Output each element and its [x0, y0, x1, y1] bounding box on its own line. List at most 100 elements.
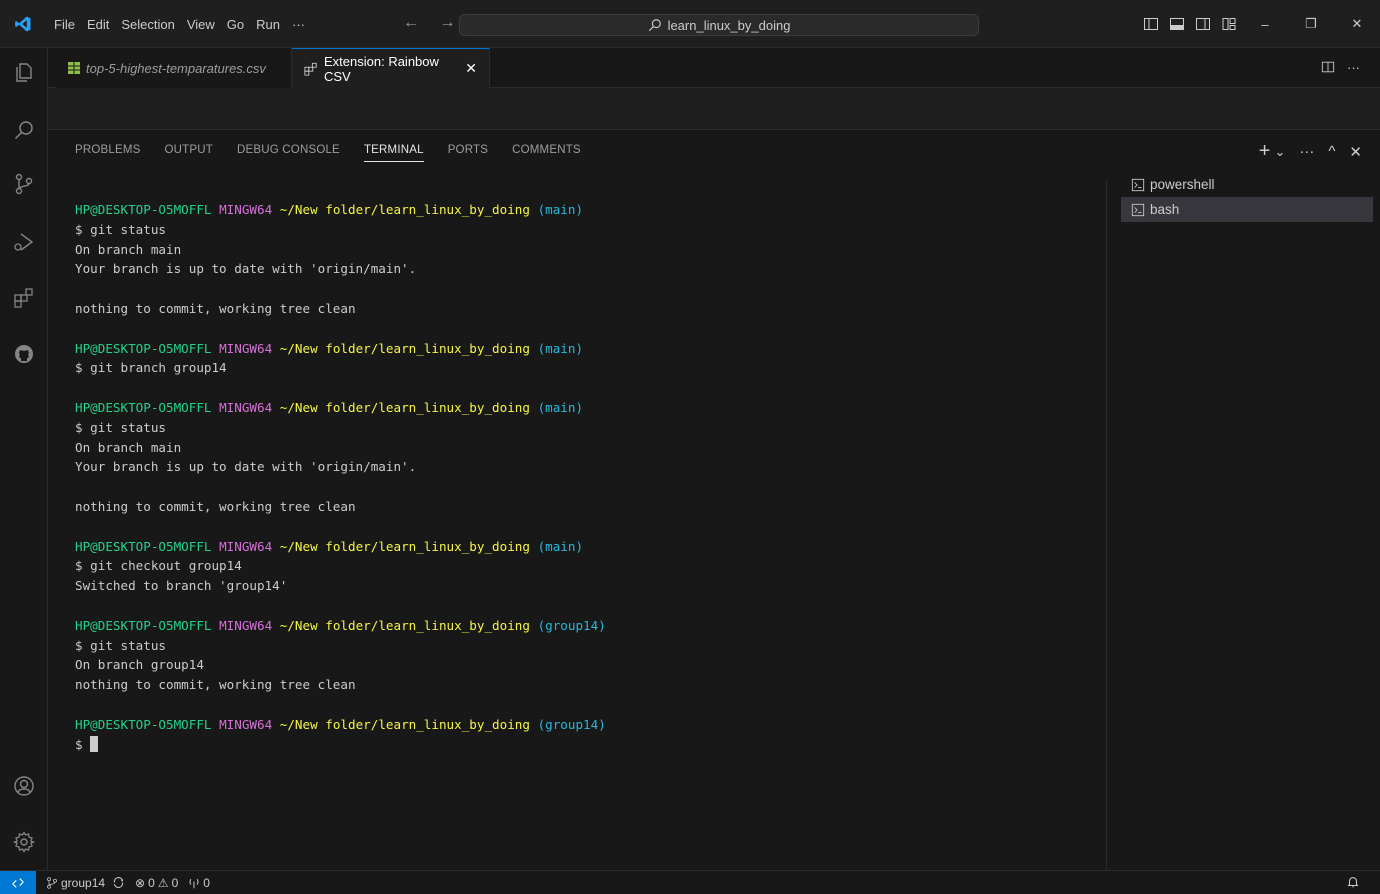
- command-center-search[interactable]: learn_linux_by_doing: [459, 14, 979, 36]
- activity-bar: [0, 48, 48, 870]
- terminal-output-line: On branch group14: [75, 657, 204, 673]
- menu-selection[interactable]: Selection: [115, 17, 180, 32]
- manage-gear-icon[interactable]: [12, 830, 36, 854]
- panel-actions: + ⌄ ··· ^ ✕: [1259, 140, 1362, 163]
- minimize-button[interactable]: –: [1242, 0, 1288, 48]
- extensions-icon[interactable]: [12, 286, 36, 310]
- terminal-prompt-line: HP@DESKTOP-O5MOFFL MINGW64 ~/New folder/…: [75, 537, 1105, 557]
- prompt-path: ~/New folder/learn_linux_by_doing: [279, 399, 530, 415]
- prompt-host: MINGW64: [219, 340, 273, 356]
- remote-icon: [12, 877, 24, 888]
- terminal-icon: [1131, 203, 1145, 216]
- prompt-host: MINGW64: [219, 538, 273, 554]
- sync-icon[interactable]: [112, 876, 125, 889]
- maximize-panel-icon[interactable]: ^: [1328, 143, 1335, 160]
- terminal-session-bash[interactable]: bash: [1121, 197, 1373, 222]
- prompt-branch: (main): [537, 340, 584, 356]
- prompt-branch: (group14): [537, 617, 606, 633]
- ports-status[interactable]: 0: [188, 876, 210, 890]
- tab-ports[interactable]: PORTS: [448, 144, 488, 162]
- prompt-user: HP@DESKTOP-O5MOFFL: [75, 716, 212, 732]
- terminal-output[interactable]: HP@DESKTOP-O5MOFFL MINGW64 ~/New folder/…: [75, 200, 1105, 754]
- terminal-output-line: Your branch is up to date with 'origin/m…: [75, 261, 417, 277]
- warning-icon: ⚠: [157, 875, 169, 890]
- toggle-primary-sidebar-icon[interactable]: [1138, 0, 1164, 48]
- terminal-output-line: $ git status: [75, 637, 166, 653]
- explorer-icon[interactable]: [12, 60, 36, 84]
- branch-status[interactable]: group14: [46, 876, 125, 890]
- github-icon[interactable]: [12, 342, 36, 366]
- terminal-output-line: nothing to commit, working tree clean: [75, 300, 356, 316]
- tab-debug-console[interactable]: DEBUG CONSOLE: [237, 144, 340, 162]
- editor-tab-bar: top-5-highest-temparatures.csv Extension…: [48, 48, 1380, 88]
- prompt-host: MINGW64: [219, 202, 273, 217]
- more-actions-icon[interactable]: ···: [1299, 143, 1314, 160]
- tab-csv-file[interactable]: top-5-highest-temparatures.csv: [56, 48, 292, 88]
- extensions-icon: [304, 62, 318, 76]
- remote-indicator[interactable]: [0, 871, 36, 894]
- prompt-branch: (main): [537, 202, 584, 217]
- chevron-down-icon[interactable]: ⌄: [1274, 144, 1285, 160]
- tab-output[interactable]: OUTPUT: [165, 144, 213, 162]
- menu-more[interactable]: ···: [286, 17, 311, 32]
- new-terminal-icon[interactable]: +: [1259, 140, 1271, 163]
- terminal-sessions-divider[interactable]: [1106, 180, 1107, 870]
- terminal-output-line: Your branch is up to date with 'origin/m…: [75, 459, 417, 475]
- customize-layout-icon[interactable]: [1216, 0, 1242, 48]
- close-tab-icon[interactable]: ✕: [465, 60, 477, 77]
- split-editor-icon[interactable]: [1321, 60, 1335, 74]
- toggle-panel-icon[interactable]: [1164, 0, 1190, 48]
- menu-bar: File Edit Selection View Go Run ···: [48, 0, 311, 48]
- accounts-icon[interactable]: [12, 774, 36, 798]
- terminal-output-line: Switched to branch 'group14': [75, 578, 288, 594]
- menu-view[interactable]: View: [181, 17, 221, 32]
- menu-go[interactable]: Go: [221, 17, 250, 32]
- error-count: 0: [148, 875, 155, 890]
- terminal-session-powershell[interactable]: powershell: [1121, 172, 1373, 197]
- terminal-cursor: [90, 735, 99, 752]
- ports-count: 0: [203, 875, 210, 890]
- problems-status[interactable]: ⊗ 0 ⚠ 0: [135, 876, 178, 890]
- editor-area: [48, 88, 1380, 130]
- terminal-prompt-line: HP@DESKTOP-O5MOFFL MINGW64 ~/New folder/…: [75, 616, 1105, 636]
- window-controls: – ❐ ✕: [1138, 0, 1380, 48]
- nav-back-forward-arrows[interactable]: ← →: [403, 14, 463, 32]
- terminal-prompt-line: HP@DESKTOP-O5MOFFL MINGW64 ~/New folder/…: [75, 715, 1105, 735]
- menu-run[interactable]: Run: [250, 17, 286, 32]
- toggle-secondary-sidebar-icon[interactable]: [1190, 0, 1216, 48]
- menu-file[interactable]: File: [48, 17, 81, 32]
- csv-file-icon: [68, 62, 80, 74]
- prompt-path: ~/New folder/learn_linux_by_doing: [279, 538, 530, 554]
- terminal-icon: [1131, 178, 1145, 191]
- prompt-user: HP@DESKTOP-O5MOFFL: [75, 202, 212, 217]
- session-label: bash: [1150, 202, 1180, 217]
- prompt-host: MINGW64: [219, 617, 273, 633]
- prompt-host: MINGW64: [219, 716, 273, 732]
- terminal-output-line: On branch main: [75, 439, 182, 455]
- menu-edit[interactable]: Edit: [81, 17, 115, 32]
- prompt-path: ~/New folder/learn_linux_by_doing: [279, 716, 530, 732]
- close-window-button[interactable]: ✕: [1334, 0, 1380, 48]
- search-icon[interactable]: [12, 118, 36, 142]
- antenna-icon: [189, 878, 199, 888]
- source-control-icon[interactable]: [12, 172, 36, 196]
- run-and-debug-icon[interactable]: [12, 230, 36, 254]
- search-text: learn_linux_by_doing: [667, 17, 791, 33]
- tab-problems[interactable]: PROBLEMS: [75, 144, 141, 162]
- restore-button[interactable]: ❐: [1288, 0, 1334, 48]
- more-actions-icon[interactable]: ···: [1347, 60, 1360, 75]
- prompt-branch: (main): [537, 399, 584, 415]
- tab-extension-rainbow-csv[interactable]: Extension: Rainbow CSV ✕: [292, 48, 490, 88]
- tab-comments[interactable]: COMMENTS: [512, 144, 581, 162]
- tab-terminal[interactable]: TERMINAL: [363, 144, 424, 162]
- close-panel-icon[interactable]: ✕: [1349, 143, 1362, 161]
- notifications-bell-icon[interactable]: [1346, 875, 1360, 889]
- terminal-prompt-line: HP@DESKTOP-O5MOFFL MINGW64 ~/New folder/…: [75, 339, 1105, 359]
- tab-label: top-5-highest-temparatures.csv: [86, 60, 266, 76]
- warning-count: 0: [171, 875, 179, 890]
